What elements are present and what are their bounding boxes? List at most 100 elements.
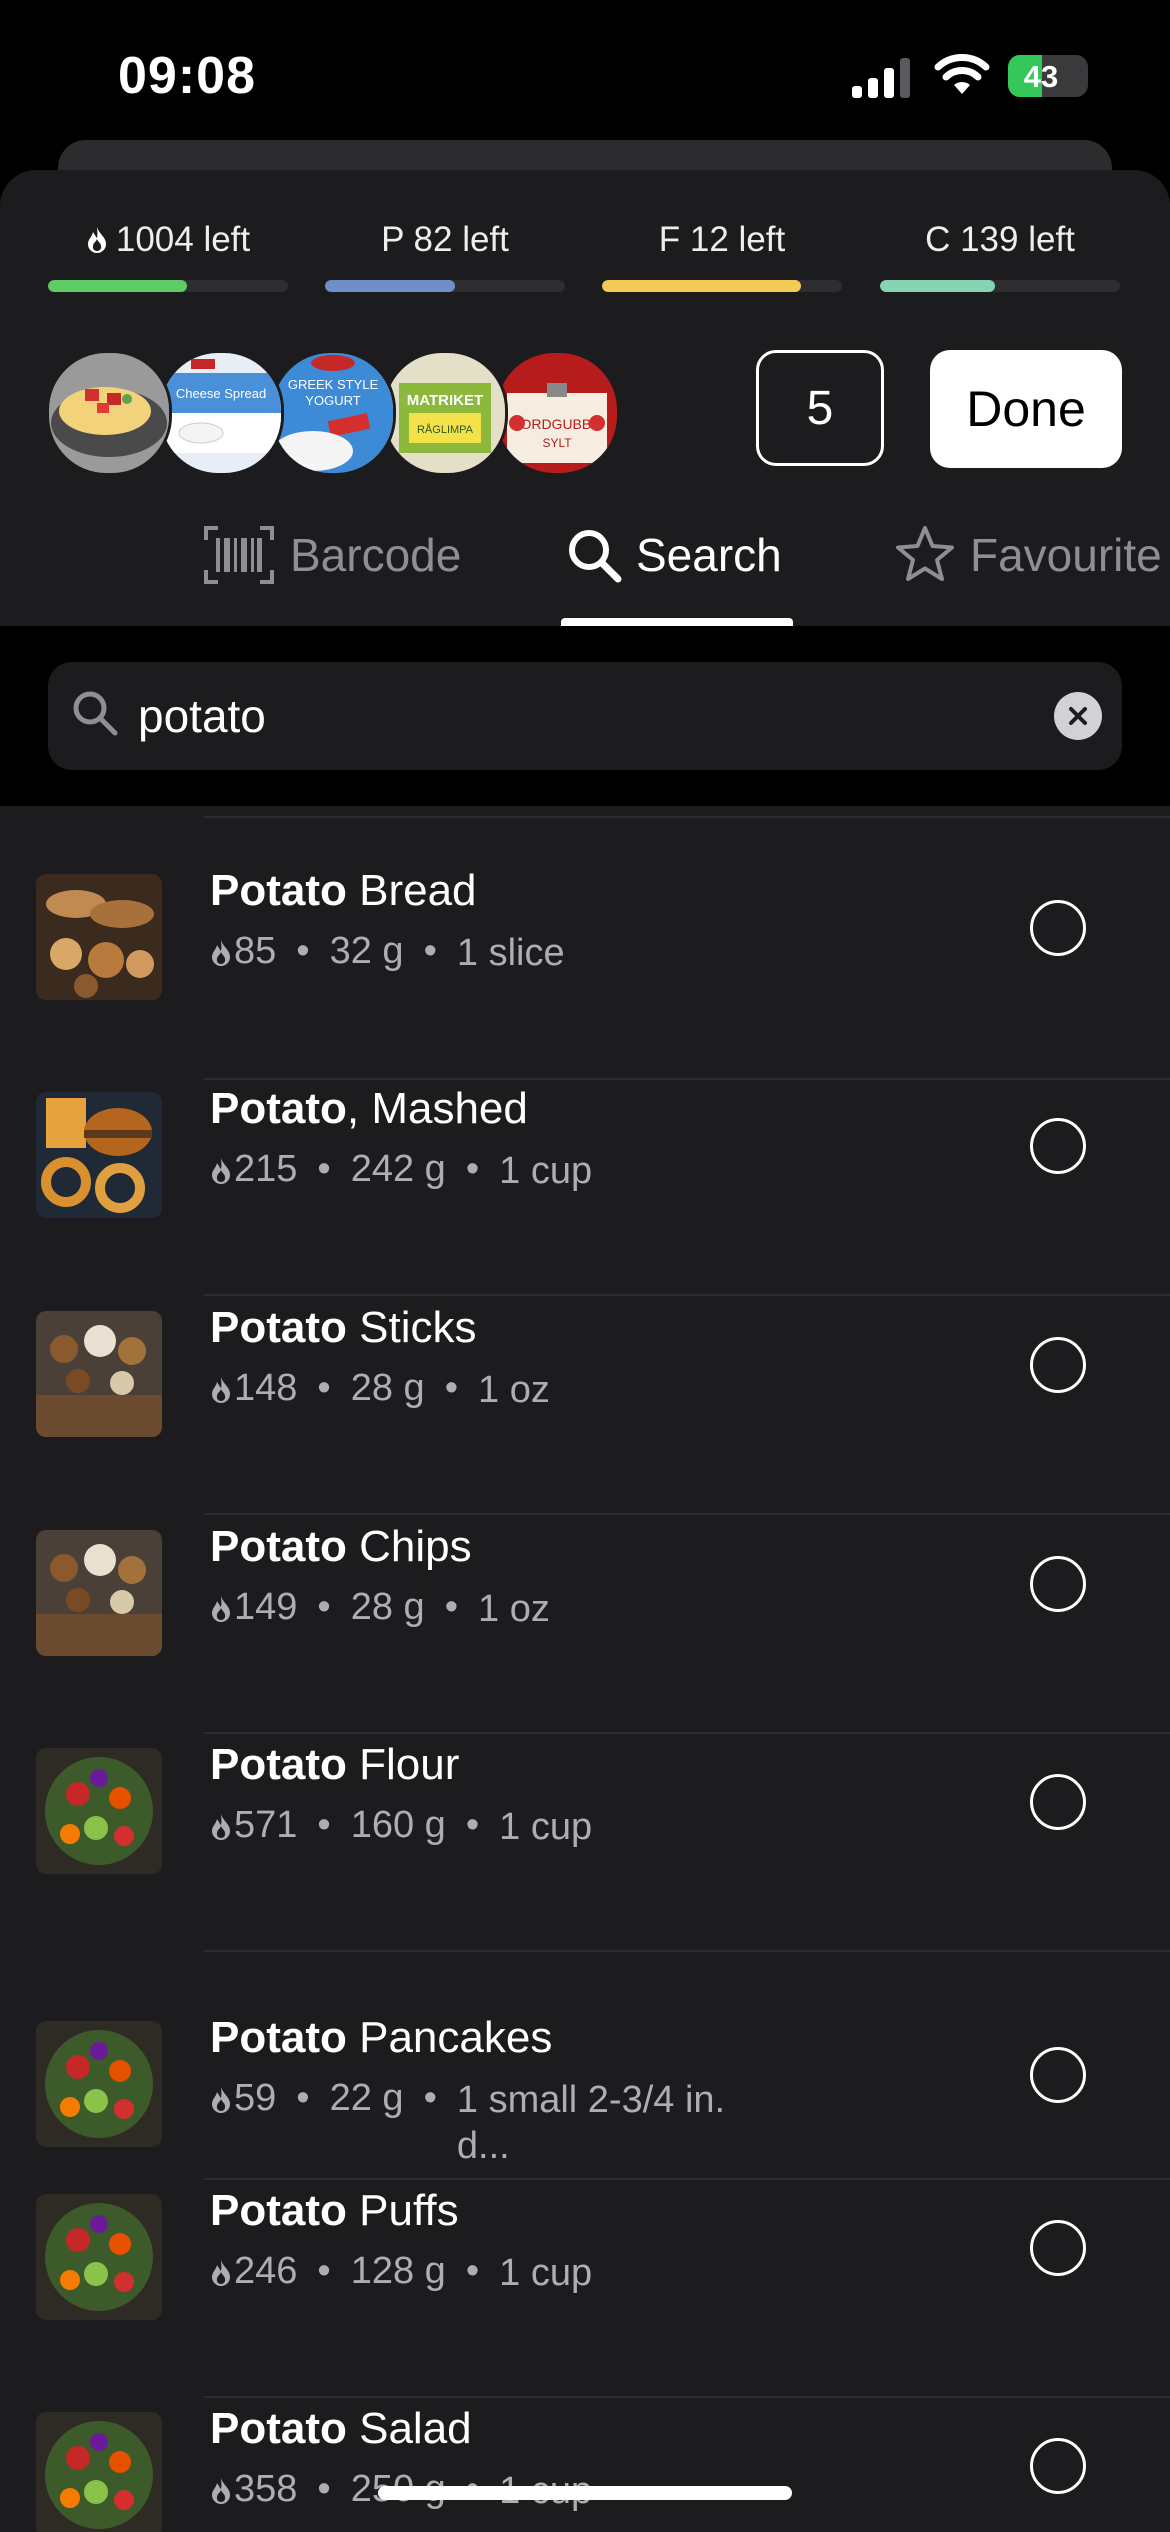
food-meta: 148 • 28 g • 1 oz	[210, 1367, 758, 1413]
bread-thumb[interactable]: MATRIKET RÅGLIMPA	[382, 350, 508, 476]
food-name-rest: Sticks	[346, 1303, 477, 1352]
tab-search[interactable]: Search	[566, 510, 782, 600]
food-name-rest: Salad	[346, 2404, 472, 2453]
food-weight: 22 g	[329, 2077, 404, 2119]
tab-search-label: Search	[636, 529, 782, 581]
macro-progress-fill	[325, 280, 455, 292]
clear-search-button[interactable]	[1054, 692, 1102, 740]
fat-left-label: F 12 left	[658, 220, 786, 259]
food-name-match: Potato	[210, 866, 347, 915]
svg-text:MATRIKET: MATRIKET	[407, 392, 483, 409]
food-result-row[interactable]: Potato Flour 571 • 160 g • 1 cup	[0, 1734, 1170, 1952]
food-serving: 1 cup	[499, 2252, 593, 2294]
select-radio-button[interactable]	[1030, 1556, 1086, 1612]
status-bar: 09:08 43	[0, 0, 1170, 150]
select-radio-button[interactable]	[1030, 900, 1086, 956]
food-calories: 215	[234, 1148, 298, 1190]
food-meta: 59 • 22 g • 1 small 2-3/4 in. d...	[210, 2077, 737, 2169]
vegetables-image	[36, 2194, 162, 2320]
food-meta: 149 • 28 g • 1 oz	[210, 1586, 758, 1632]
food-weight: 28 g	[350, 1586, 425, 1628]
omelette-thumb[interactable]	[46, 350, 172, 476]
select-radio-button[interactable]	[1030, 2047, 1086, 2103]
food-calories: 59	[234, 2077, 277, 2119]
select-radio-button[interactable]	[1030, 1337, 1086, 1393]
search-input[interactable]	[138, 682, 998, 750]
food-weight: 32 g	[329, 930, 404, 972]
flame-icon	[212, 1377, 230, 1403]
select-radio-button[interactable]	[1030, 1118, 1086, 1174]
protein-left-label: P 82 left	[381, 220, 509, 259]
food-meta: 571 • 160 g • 1 cup	[210, 1804, 779, 1850]
bread-image	[36, 874, 162, 1000]
food-name: Potato Puffs	[210, 2186, 459, 2236]
snacks-image	[36, 1530, 162, 1656]
svg-text:JORDGUBBS: JORDGUBBS	[513, 416, 600, 432]
select-radio-button[interactable]	[1030, 1774, 1086, 1830]
svg-text:GREEK STYLE: GREEK STYLE	[288, 377, 379, 392]
select-radio-button[interactable]	[1030, 2438, 1086, 2494]
flame-icon	[212, 2260, 230, 2286]
food-name: Potato Flour	[210, 1740, 459, 1790]
done-button[interactable]: Done	[930, 350, 1122, 468]
food-serving: 1 cup	[499, 1150, 593, 1192]
flame-icon	[87, 227, 106, 253]
food-weight: 242 g	[350, 1148, 446, 1190]
food-serving: 1 oz	[478, 1588, 550, 1630]
flame-icon	[212, 940, 230, 966]
tab-bar: Barcode Search Favourite	[0, 510, 1170, 626]
macro-progress-fill	[602, 280, 802, 292]
battery-percent: 43	[1023, 59, 1059, 94]
flame-icon	[212, 1814, 230, 1840]
select-radio-button[interactable]	[1030, 2220, 1086, 2276]
divider	[204, 1294, 1170, 1296]
food-calories: 85	[234, 930, 277, 972]
food-name: Potato Pancakes	[210, 2013, 552, 2063]
calories-macro: 1004 left	[48, 218, 288, 292]
food-result-row[interactable]: Potato Puffs 246 • 128 g • 1 cup	[0, 2180, 1170, 2398]
food-result-row[interactable]: Potato Pancakes 59 • 22 g • 1 small 2-3/4 in.…	[0, 1953, 1170, 2180]
vegetables-image	[36, 2412, 162, 2532]
fat-progress-bar	[602, 280, 842, 292]
food-result-row[interactable]: Potato Salad358•250 g•1 cup	[0, 2398, 1170, 2532]
search-field[interactable]	[48, 662, 1122, 770]
home-indicator	[378, 2486, 792, 2500]
food-name-match: Potato	[210, 2013, 347, 2062]
food-name: Potato, Mashed	[210, 1084, 528, 1134]
carbs-progress-bar	[880, 280, 1120, 292]
food-result-row[interactable]: Potato Bread 85 • 32 g • 1 slice	[0, 860, 1170, 1080]
wifi-icon	[934, 54, 990, 94]
macro-summary: 1004 left P 82 left F 12 left C 139 left	[0, 218, 1170, 298]
greek-yogurt-thumb[interactable]: GREEK STYLE YOGURT	[270, 350, 396, 476]
protein-progress-bar	[325, 280, 565, 292]
svg-text:Cheese Spread: Cheese Spread	[176, 386, 266, 401]
calories-progress-bar	[48, 280, 288, 292]
cheese-spread-thumb[interactable]: Cheese Spread	[158, 350, 284, 476]
food-name-match: Potato	[210, 1522, 347, 1571]
food-name-match: Potato	[210, 1740, 347, 1789]
macro-progress-fill	[880, 280, 996, 292]
food-name-match: Potato	[210, 2186, 347, 2235]
food-name-rest: Flour	[346, 1740, 460, 1789]
food-result-row[interactable]: Potato, Mashed 215 • 242 g • 1 cup	[0, 1078, 1170, 1296]
food-result-row[interactable]: Potato Chips 149 • 28 g • 1 oz	[0, 1516, 1170, 1734]
carbs-left-label: C 139 left	[925, 220, 1075, 259]
tab-barcode[interactable]: Barcode	[202, 510, 461, 600]
fat-macro: F 12 left	[602, 218, 842, 292]
protein-macro: P 82 left	[325, 218, 565, 292]
star-icon	[896, 526, 954, 581]
divider	[204, 816, 1170, 818]
flame-icon	[212, 2087, 230, 2113]
macro-progress-fill	[48, 280, 188, 292]
search-results-list[interactable]: Potato Bread 85 • 32 g • 1 slice Potato, Mashe…	[0, 806, 1170, 2532]
food-name: Potato Chips	[210, 1522, 472, 1572]
carbs-macro: C 139 left	[880, 218, 1120, 292]
tab-favourite[interactable]: Favourite	[894, 510, 1162, 600]
food-result-row[interactable]: Potato Sticks 148 • 28 g • 1 oz	[0, 1297, 1170, 1515]
food-calories: 148	[234, 1367, 298, 1409]
svg-text:YOGURT: YOGURT	[305, 393, 360, 408]
food-meta: 246 • 128 g • 1 cup	[210, 2250, 779, 2296]
flame-icon	[212, 1158, 230, 1184]
jam-thumb[interactable]: JORDGUBBS SYLT	[494, 350, 620, 476]
selected-count[interactable]: 5	[756, 350, 884, 466]
